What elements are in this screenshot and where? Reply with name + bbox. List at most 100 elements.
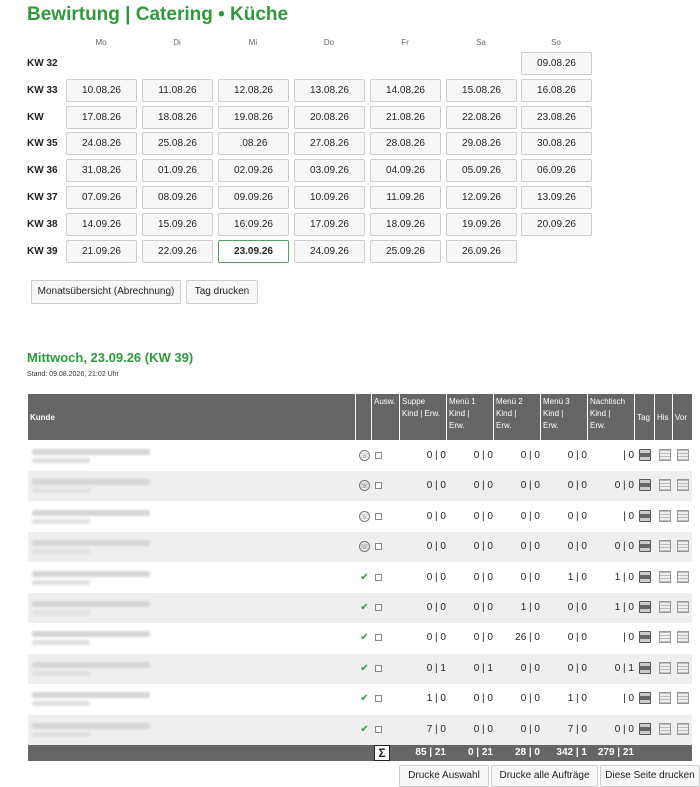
preview-icon[interactable] xyxy=(677,449,689,461)
history-icon[interactable] xyxy=(659,692,671,705)
day-cell-selected[interactable]: 23.09.26 xyxy=(218,239,289,263)
printer-icon[interactable] xyxy=(639,570,651,583)
day-cell[interactable]: 07.09.26 xyxy=(66,186,137,209)
day-cell[interactable]: 19.08.26 xyxy=(218,105,289,129)
history-icon[interactable] xyxy=(659,601,671,613)
day-cell[interactable]: 15.08.26 xyxy=(446,78,517,102)
day-cell[interactable]: 23.08.26 xyxy=(521,105,592,129)
printer-icon[interactable] xyxy=(639,479,651,492)
day-cell[interactable]: 09.09.26 xyxy=(218,186,289,209)
day-cell[interactable]: 13.09.26 xyxy=(521,186,592,209)
printer-icon[interactable] xyxy=(639,509,651,522)
customer-name-redacted[interactable] xyxy=(32,601,150,607)
monthly-overview-button[interactable]: Monatsübersicht (Abrechnung) xyxy=(31,280,181,304)
select-checkbox[interactable] xyxy=(375,512,382,520)
print-all-orders-button[interactable]: Drucke alle Aufträge xyxy=(491,765,598,787)
day-cell[interactable]: 12.09.26 xyxy=(446,186,517,209)
print-day-button[interactable]: Tag drucken xyxy=(186,280,258,304)
day-cell[interactable]: 17.08.26 xyxy=(66,105,137,129)
preview-icon[interactable] xyxy=(677,692,689,705)
history-icon[interactable] xyxy=(659,570,671,583)
select-checkbox[interactable] xyxy=(375,482,382,490)
day-cell[interactable]: 27.08.26 xyxy=(294,132,365,156)
day-cell[interactable]: 21.08.26 xyxy=(370,105,441,129)
day-cell[interactable]: 08.09.26 xyxy=(142,186,213,209)
day-cell[interactable]: .08.26 xyxy=(218,132,289,156)
history-icon[interactable] xyxy=(659,661,671,674)
day-cell[interactable]: 18.09.26 xyxy=(370,212,441,236)
day-cell[interactable]: 16.08.26 xyxy=(521,78,592,102)
select-checkbox[interactable] xyxy=(375,573,382,581)
history-icon[interactable] xyxy=(659,449,671,461)
select-checkbox[interactable] xyxy=(375,543,382,551)
print-selection-button[interactable]: Drucke Auswahl xyxy=(399,765,489,787)
customer-name-redacted[interactable] xyxy=(32,661,150,668)
day-cell[interactable]: 22.09.26 xyxy=(142,239,213,263)
preview-icon[interactable] xyxy=(677,661,689,674)
customer-name-redacted[interactable] xyxy=(32,509,150,516)
printer-icon[interactable] xyxy=(639,722,651,735)
day-cell[interactable]: 20.08.26 xyxy=(294,105,365,129)
day-cell[interactable]: 28.08.26 xyxy=(370,132,441,156)
day-cell[interactable]: 29.08.26 xyxy=(446,132,517,156)
select-checkbox[interactable] xyxy=(375,452,382,459)
preview-icon[interactable] xyxy=(677,479,689,492)
day-cell[interactable]: 18.08.26 xyxy=(142,105,213,129)
customer-name-redacted[interactable] xyxy=(32,540,150,547)
day-cell[interactable]: 06.09.26 xyxy=(521,159,592,183)
preview-icon[interactable] xyxy=(677,631,689,644)
select-checkbox[interactable] xyxy=(375,604,382,611)
day-cell[interactable]: 02.09.26 xyxy=(218,159,289,183)
printer-icon[interactable] xyxy=(639,692,651,705)
preview-icon[interactable] xyxy=(677,601,689,613)
printer-icon[interactable] xyxy=(639,631,651,644)
preview-icon[interactable] xyxy=(677,570,689,583)
day-cell[interactable]: 12.08.26 xyxy=(218,78,289,102)
day-cell[interactable]: 25.09.26 xyxy=(370,239,441,263)
preview-icon[interactable] xyxy=(677,509,689,522)
day-cell[interactable]: 17.09.26 xyxy=(294,212,365,236)
day-cell[interactable]: 14.09.26 xyxy=(66,212,137,236)
customer-name-redacted[interactable] xyxy=(32,722,150,729)
day-cell[interactable]: 05.09.26 xyxy=(446,159,517,183)
day-cell[interactable]: 19.09.26 xyxy=(446,212,517,236)
customer-name-redacted[interactable] xyxy=(32,479,150,486)
day-cell[interactable]: 25.08.26 xyxy=(142,132,213,156)
day-cell[interactable]: 31.08.26 xyxy=(66,159,137,183)
customer-name-redacted[interactable] xyxy=(32,570,150,577)
day-cell[interactable]: 03.09.26 xyxy=(294,159,365,183)
day-cell[interactable]: 24.08.26 xyxy=(66,132,137,156)
day-cell[interactable]: 01.09.26 xyxy=(142,159,213,183)
day-cell[interactable]: 22.08.26 xyxy=(446,105,517,129)
day-cell[interactable]: 24.09.26 xyxy=(294,239,365,263)
day-cell[interactable]: 11.08.26 xyxy=(142,78,213,102)
select-checkbox[interactable] xyxy=(375,695,382,703)
day-cell[interactable]: 10.09.26 xyxy=(294,186,365,209)
printer-icon[interactable] xyxy=(639,449,651,461)
history-icon[interactable] xyxy=(659,722,671,735)
day-cell[interactable]: 11.09.26 xyxy=(370,186,441,209)
customer-name-redacted[interactable] xyxy=(32,449,150,455)
preview-icon[interactable] xyxy=(677,722,689,735)
history-icon[interactable] xyxy=(659,540,671,553)
customer-name-redacted[interactable] xyxy=(32,692,150,699)
day-cell[interactable]: 04.09.26 xyxy=(370,159,441,183)
day-cell[interactable]: 15.09.26 xyxy=(142,212,213,236)
printer-icon[interactable] xyxy=(639,601,651,613)
day-cell[interactable]: 09.08.26 xyxy=(521,52,592,75)
day-cell[interactable]: 21.09.26 xyxy=(66,239,137,263)
customer-name-redacted[interactable] xyxy=(32,631,150,638)
day-cell[interactable]: 10.08.26 xyxy=(66,78,137,102)
select-checkbox[interactable] xyxy=(375,664,382,672)
day-cell[interactable]: 13.08.26 xyxy=(294,78,365,102)
day-cell[interactable]: 26.09.26 xyxy=(446,239,517,263)
history-icon[interactable] xyxy=(659,509,671,522)
printer-icon[interactable] xyxy=(639,661,651,674)
printer-icon[interactable] xyxy=(639,540,651,553)
day-cell[interactable]: 20.09.26 xyxy=(521,212,592,236)
select-checkbox[interactable] xyxy=(375,725,382,733)
print-page-button[interactable]: Diese Seite drucken xyxy=(600,765,700,787)
history-icon[interactable] xyxy=(659,479,671,492)
preview-icon[interactable] xyxy=(677,540,689,553)
day-cell[interactable]: 16.09.26 xyxy=(218,212,289,236)
